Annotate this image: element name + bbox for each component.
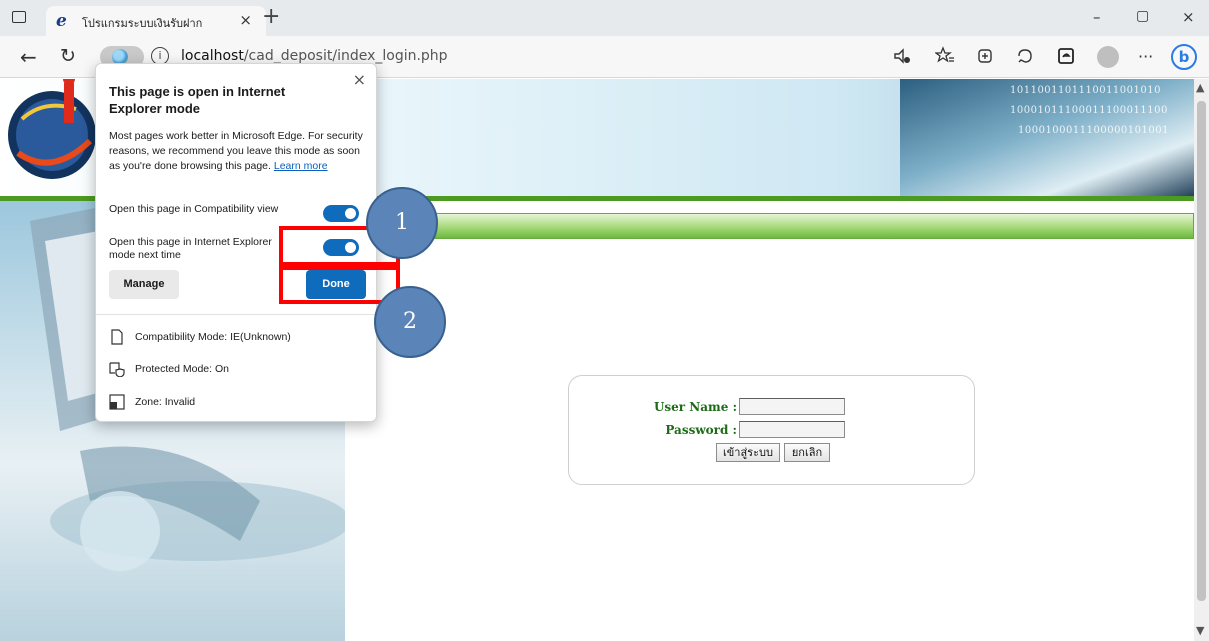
page-scrollbar[interactable]: ▲ ▼ bbox=[1194, 79, 1209, 641]
back-button[interactable]: ← bbox=[20, 45, 37, 69]
zone-text: Zone: Invalid bbox=[135, 395, 196, 408]
ie-mode-next-time-label: Open this page in Internet Explorer mode… bbox=[109, 236, 272, 261]
protected-mode-text: Protected Mode: On bbox=[135, 362, 229, 375]
flyout-title: This page is open in Internet Explorer m… bbox=[109, 84, 286, 116]
bing-icon[interactable]: b bbox=[1171, 44, 1197, 70]
password-input[interactable] bbox=[739, 421, 845, 438]
scroll-thumb[interactable] bbox=[1197, 101, 1206, 601]
url-path: /cad_deposit/index_login.php bbox=[243, 48, 448, 64]
edge-bar-icon[interactable] bbox=[1056, 46, 1076, 66]
annotation-step-2: 2 bbox=[374, 286, 446, 358]
url-field[interactable]: localhost/cad_deposit/index_login.php bbox=[181, 48, 448, 64]
banner-binary-line: 1011001101110011001010 bbox=[1010, 85, 1161, 96]
maximize-button[interactable]: ▢ bbox=[1136, 8, 1149, 24]
scroll-down-icon[interactable]: ▼ bbox=[1196, 624, 1204, 637]
new-tab-button[interactable]: + bbox=[262, 4, 280, 29]
collections-icon[interactable] bbox=[975, 46, 995, 66]
protected-mode-icon bbox=[109, 362, 125, 377]
profile-icon[interactable] bbox=[1097, 46, 1119, 68]
minimize-button[interactable]: – bbox=[1093, 8, 1101, 26]
username-label: User Name : bbox=[653, 400, 737, 414]
login-form: User Name : Password : เข้าสู่ระบบ ยกเลิ… bbox=[568, 375, 975, 485]
banner-photo: 1011001101110011001010 10001011100011100… bbox=[900, 79, 1194, 197]
flyout-description: Most pages work better in Microsoft Edge… bbox=[109, 129, 364, 174]
learn-more-link[interactable]: Learn more bbox=[274, 160, 328, 172]
compat-mode-row: Compatibility Mode: IE(Unknown) bbox=[109, 329, 291, 345]
cancel-button[interactable]: ยกเลิก bbox=[784, 443, 830, 462]
favorites-icon[interactable] bbox=[935, 46, 955, 66]
zone-icon bbox=[109, 394, 125, 410]
tab-title: โปรแกรมระบบเงินรับฝาก bbox=[82, 17, 203, 30]
annotation-step-1: 1 bbox=[366, 187, 438, 259]
ie-logo-icon: e bbox=[56, 11, 67, 31]
menu-bar bbox=[345, 213, 1194, 239]
password-label: Password : bbox=[665, 423, 737, 437]
compat-mode-text: Compatibility Mode: IE(Unknown) bbox=[135, 330, 291, 343]
tab-close-icon[interactable]: × bbox=[239, 11, 252, 29]
browser-titlebar: e โปรแกรมระบบเงินรับฝาก × + – ▢ × bbox=[0, 0, 1209, 36]
banner-binary-line: 10001011100011100011100 bbox=[1010, 105, 1168, 116]
company-logo bbox=[8, 79, 96, 179]
login-button[interactable]: เข้าสู่ระบบ bbox=[716, 443, 780, 462]
username-input[interactable] bbox=[739, 398, 845, 415]
url-host: localhost bbox=[181, 48, 244, 64]
scroll-up-icon[interactable]: ▲ bbox=[1196, 81, 1204, 94]
more-icon[interactable]: ··· bbox=[1138, 47, 1153, 66]
tab-actions-icon[interactable] bbox=[12, 11, 26, 23]
manage-button[interactable]: Manage bbox=[109, 270, 179, 299]
zone-row: Zone: Invalid bbox=[109, 394, 195, 410]
browser-tab[interactable]: e โปรแกรมระบบเงินรับฝาก × bbox=[46, 6, 266, 36]
extensions-icon[interactable] bbox=[1015, 46, 1035, 66]
close-window-button[interactable]: × bbox=[1182, 8, 1195, 26]
banner-binary-line: 1000100011100000101001 bbox=[1018, 125, 1169, 136]
reload-button[interactable]: ↻ bbox=[60, 45, 76, 67]
protected-mode-row: Protected Mode: On bbox=[109, 361, 229, 377]
page-icon bbox=[111, 329, 123, 345]
compat-view-label: Open this page in Compatibility view bbox=[109, 203, 279, 215]
flyout-divider bbox=[96, 314, 376, 315]
read-aloud-icon[interactable] bbox=[892, 46, 912, 66]
flyout-close-icon[interactable]: × bbox=[353, 70, 366, 89]
compat-view-toggle[interactable] bbox=[323, 205, 359, 222]
